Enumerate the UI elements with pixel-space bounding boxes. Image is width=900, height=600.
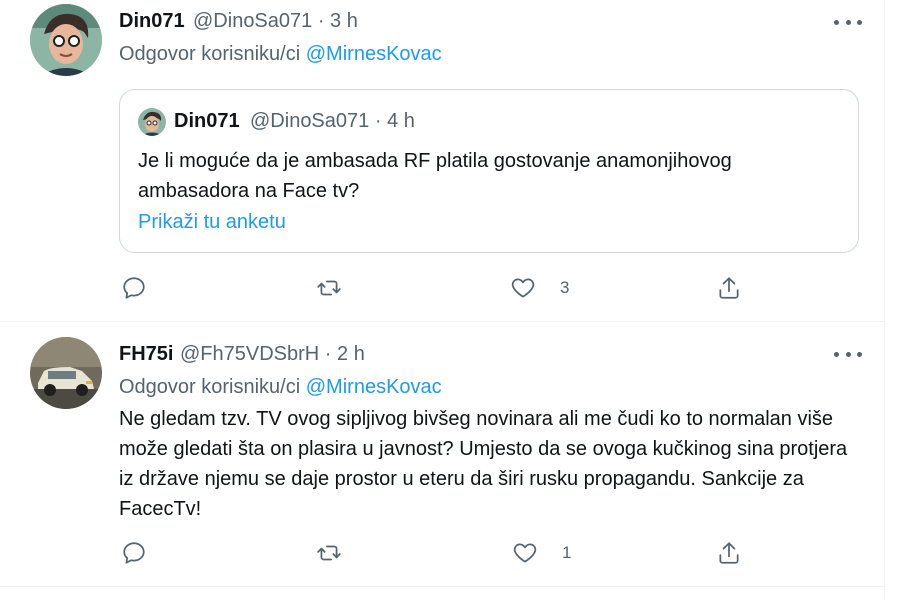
heart-icon: [513, 543, 537, 563]
avatar-car-photo-icon: [30, 337, 102, 409]
reply-context: Odgovor korisniku/ci @MirnesKovac: [119, 43, 442, 66]
avatar-photo-icon: [138, 108, 166, 136]
author-handle-time[interactable]: @Fh75VDSbrH · 2 h: [180, 343, 365, 366]
share-upload-icon: [719, 542, 739, 564]
avatar[interactable]: [30, 4, 102, 76]
more-options-button[interactable]: [834, 349, 862, 359]
quoted-tweet[interactable]: Din071 @DinoSa071 · 4 h Je li moguće da …: [119, 89, 859, 253]
timeline-border: [884, 0, 885, 600]
quoted-avatar[interactable]: [138, 108, 166, 136]
avatar[interactable]: [30, 337, 102, 409]
more-horizontal-icon: [834, 351, 839, 357]
author-name[interactable]: FH75i: [119, 343, 173, 366]
retweet-icon: [317, 545, 341, 561]
like-count: 1: [562, 543, 572, 562]
reply-context: Odgovor korisniku/ci @MirnesKovac: [119, 376, 442, 399]
reply-button[interactable]: [121, 540, 147, 566]
heart-icon: [511, 278, 535, 298]
retweet-button[interactable]: [316, 275, 342, 301]
tweet-text: Ne gledam tzv. TV ovog sipljivog bivšeg …: [119, 408, 848, 520]
show-poll-link[interactable]: Prikaži tu anketu: [138, 211, 286, 234]
like-count: 3: [560, 278, 570, 297]
more-options-button[interactable]: [834, 17, 862, 27]
retweet-button[interactable]: [316, 540, 342, 566]
tweet-separator: [0, 321, 884, 322]
more-horizontal-icon: [834, 19, 839, 25]
quoted-tweet-text: Je li moguće da je ambasada RF platila g…: [138, 150, 732, 202]
reply-prefix: Odgovor korisniku/ci: [119, 376, 301, 398]
quoted-author-handle-time: @DinoSa071 · 4 h: [250, 110, 415, 132]
retweet-icon: [317, 280, 341, 296]
share-button[interactable]: [716, 540, 742, 566]
avatar-photo-icon: [30, 4, 102, 76]
reply-prefix: Odgovor korisniku/ci: [119, 43, 301, 65]
like-button[interactable]: 3: [510, 275, 569, 301]
author-handle-time[interactable]: @DinoSa071 · 3 h: [193, 10, 358, 33]
share-button[interactable]: [716, 275, 742, 301]
reply-bubble-icon: [123, 277, 145, 299]
reply-button[interactable]: [121, 275, 147, 301]
reply-bubble-icon: [123, 542, 145, 564]
like-button[interactable]: 1: [512, 540, 571, 566]
tweet-separator: [0, 586, 884, 587]
reply-mention-link[interactable]: @MirnesKovac: [306, 376, 442, 398]
author-name[interactable]: Din071: [119, 10, 185, 33]
share-upload-icon: [719, 277, 739, 299]
reply-mention-link[interactable]: @MirnesKovac: [306, 43, 442, 65]
quoted-author-name: Din071: [174, 110, 240, 132]
